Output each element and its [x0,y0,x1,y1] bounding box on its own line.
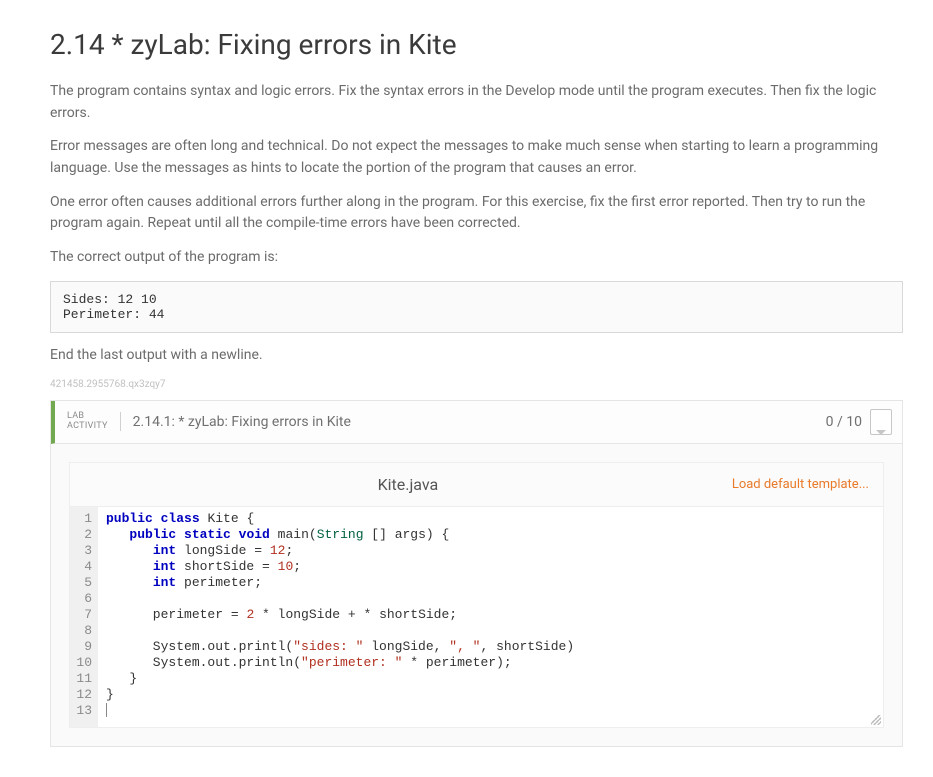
instruction-paragraph: The program contains syntax and logic er… [50,81,903,124]
page-title: 2.14 * zyLab: Fixing errors in Kite [50,28,903,61]
lab-activity-box: LAB ACTIVITY 2.14.1: * zyLab: Fixing err… [50,400,903,747]
editor-header: Kite.java Load default template... [70,463,883,507]
line-number-gutter: 12345678910111213 [70,507,98,727]
expected-output: Sides: 12 10 Perimeter: 44 [50,281,903,333]
instruction-paragraph: The correct output of the program is: [50,247,903,269]
code-editor: Kite.java Load default template... 12345… [69,462,884,728]
lab-activity-title: 2.14.1: * zyLab: Fixing errors in Kite [133,414,826,430]
filename-label: Kite.java [84,475,732,494]
code-content[interactable]: public class Kite { public static void m… [98,507,883,727]
lab-score: 0 / 10 [826,414,862,430]
load-default-template-link[interactable]: Load default template... [732,477,869,492]
code-area[interactable]: 12345678910111213 public class Kite { pu… [70,507,883,727]
id-stamp: 421458.2955768.qx3zqy7 [50,379,903,390]
instruction-paragraph: Error messages are often long and techni… [50,136,903,179]
score-badge-icon [870,409,892,435]
instruction-paragraph: One error often causes additional errors… [50,192,903,235]
lab-header: LAB ACTIVITY 2.14.1: * zyLab: Fixing err… [51,401,902,444]
resize-handle-icon[interactable] [871,715,881,725]
lab-activity-label: LAB ACTIVITY [67,412,121,432]
instruction-paragraph: End the last output with a newline. [50,345,903,367]
